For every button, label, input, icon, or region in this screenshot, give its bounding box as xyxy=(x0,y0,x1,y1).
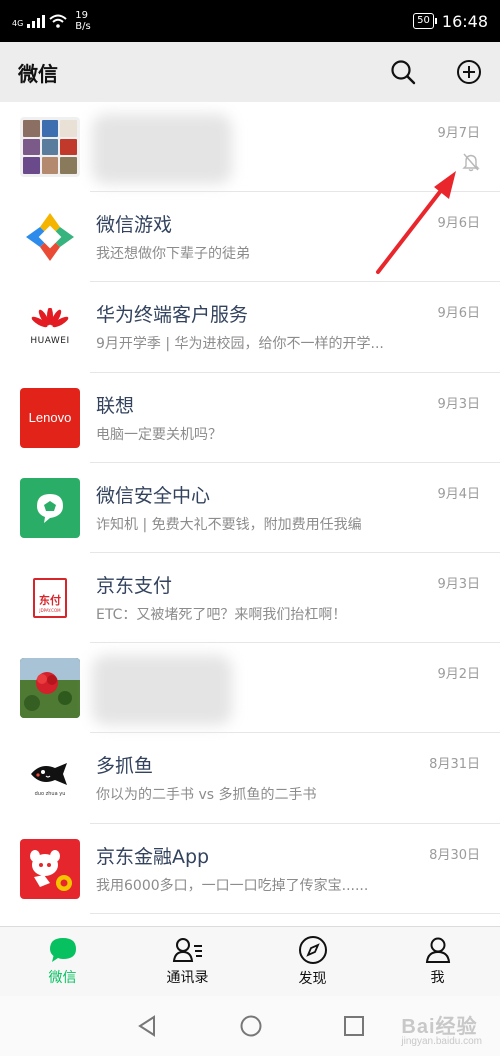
baidu-jingyan-watermark: Bai经验 jingyan.baidu.com xyxy=(401,1016,482,1047)
recents-icon[interactable] xyxy=(343,1015,365,1037)
chat-preview: 我还想做你下辈子的徒弟 xyxy=(96,246,250,263)
tab-contacts[interactable]: 通讯录 xyxy=(125,927,250,996)
jd-pay-logo-subtext: JDPAY.COM xyxy=(39,607,61,613)
tab-label: 微信 xyxy=(48,970,77,986)
duozhuayu-logo-text: duo zhua yu xyxy=(34,790,66,797)
chat-name: 京东金融App xyxy=(96,845,210,868)
plus-circle-icon[interactable] xyxy=(456,59,482,85)
chat-time: 9月2日 xyxy=(437,667,480,683)
chat-preview: ETC：又被堵死了吧？来啊我们抬杠啊！ xyxy=(96,606,347,623)
signal-icon xyxy=(27,14,46,28)
jd-pay-avatar: 东付 JDPAY.COM xyxy=(20,567,80,628)
chat-time: 9月7日 xyxy=(437,126,480,141)
chat-preview: 电脑一定要关机吗？ xyxy=(96,426,222,443)
chat-row[interactable]: 微信安全中心 诈知机 | 免费大礼不要钱，附加费用任我编 9月4日 xyxy=(0,463,500,554)
chat-time: 8月31日 xyxy=(429,757,480,773)
status-bar: 4G 19 B/s 50 16:48 xyxy=(0,0,500,42)
jd-finance-avatar xyxy=(20,838,80,899)
tab-label: 通讯录 xyxy=(166,970,209,986)
blurred-chat-name xyxy=(92,655,232,726)
lenovo-logo-text: Lenovo xyxy=(28,410,72,426)
chat-name: 联想 xyxy=(96,394,135,417)
person-icon xyxy=(425,937,450,963)
search-icon[interactable] xyxy=(390,59,416,85)
jd-pay-logo-text: 东付 xyxy=(39,593,61,607)
chat-row[interactable]: duo zhua yu 多抓鱼 你以为的二手书 vs 多抓鱼的二手书 8月31日 xyxy=(0,733,500,824)
header-actions xyxy=(390,59,482,85)
chat-time: 9月3日 xyxy=(437,396,480,412)
tab-bar: 微信 通讯录 发现 我 xyxy=(0,926,500,996)
chat-time: 9月6日 xyxy=(437,216,480,232)
net-speed: 19 B/s xyxy=(75,10,91,32)
battery-icon: 50 xyxy=(413,13,437,29)
app-header: 微信 xyxy=(0,42,500,102)
chat-row[interactable]: HUAWEI 华为终端客户服务 9月开学季 | 华为进校园，给你不一样的开学..… xyxy=(0,282,500,373)
huawei-avatar: HUAWEI xyxy=(20,297,80,358)
lenovo-avatar: Lenovo xyxy=(20,387,80,448)
chat-name: 微信安全中心 xyxy=(96,484,211,507)
chat-preview: 我用6000多口，一口一口吃掉了传家宝...... xyxy=(96,877,369,894)
chat-row[interactable]: 微信游戏 我还想做你下辈子的徒弟 9月6日 xyxy=(0,192,500,283)
huawei-logo-text: HUAWEI xyxy=(30,336,70,347)
wechat-game-avatar xyxy=(20,207,80,268)
chat-time: 9月6日 xyxy=(437,306,480,322)
huawei-logo-icon xyxy=(31,308,69,328)
compass-icon xyxy=(298,936,327,964)
chat-name: 京东支付 xyxy=(96,574,173,597)
contacts-icon xyxy=(172,938,202,962)
chat-row[interactable]: 9月7日 xyxy=(0,102,500,193)
clock: 16:48 xyxy=(441,11,488,31)
chat-preview: 9月开学季 | 华为进校园，给你不一样的开学... xyxy=(96,336,384,353)
page-title: 微信 xyxy=(18,61,58,86)
chat-time: 8月30日 xyxy=(429,847,480,863)
chat-time: 9月3日 xyxy=(437,576,480,592)
chat-list: 9月7日 微信游戏 我还想做你下辈子的徒弟 9月6日 HUAWEI 华为终端客户… xyxy=(0,102,500,926)
chat-time: 9月4日 xyxy=(437,486,480,502)
wifi-icon xyxy=(49,14,67,28)
chat-row[interactable]: 东付 JDPAY.COM 京东支付 ETC：又被堵死了吧？来啊我们抬杠啊！ 9月… xyxy=(0,553,500,644)
mute-bell-icon xyxy=(462,153,480,172)
tab-me[interactable]: 我 xyxy=(375,927,500,996)
chat-name: 华为终端客户服务 xyxy=(96,304,249,327)
flower-photo-avatar xyxy=(20,658,80,719)
back-icon[interactable] xyxy=(135,1014,159,1038)
fish-logo-icon xyxy=(31,762,67,785)
tab-chats[interactable]: 微信 xyxy=(0,927,125,996)
blurred-chat-name xyxy=(92,114,232,184)
duozhuayu-avatar: duo zhua yu xyxy=(20,748,80,809)
chat-bubble-icon xyxy=(49,938,76,962)
chat-row[interactable]: 京东金融App 我用6000多口，一口一口吃掉了传家宝...... 8月30日 xyxy=(0,824,500,914)
shield-chat-icon xyxy=(37,493,63,523)
status-right: 50 16:48 xyxy=(413,12,488,31)
tab-label: 我 xyxy=(430,970,445,986)
chat-name: 微信游戏 xyxy=(96,214,173,237)
tab-label: 发现 xyxy=(298,971,327,987)
group-avatar xyxy=(20,117,80,177)
home-icon[interactable] xyxy=(239,1014,263,1038)
chat-row[interactable]: 9月2日 xyxy=(0,643,500,734)
tab-discover[interactable]: 发现 xyxy=(250,927,375,996)
chat-row[interactable]: Lenovo 联想 电脑一定要关机吗？ 9月3日 xyxy=(0,373,500,463)
chat-preview: 诈知机 | 免费大礼不要钱，附加费用任我编 xyxy=(96,516,362,533)
status-left: 4G 19 B/s xyxy=(12,10,91,32)
security-center-avatar xyxy=(20,477,80,538)
chat-name: 多抓鱼 xyxy=(96,755,154,778)
chat-preview: 你以为的二手书 vs 多抓鱼的二手书 xyxy=(96,787,317,804)
network-type: 4G xyxy=(12,19,24,28)
